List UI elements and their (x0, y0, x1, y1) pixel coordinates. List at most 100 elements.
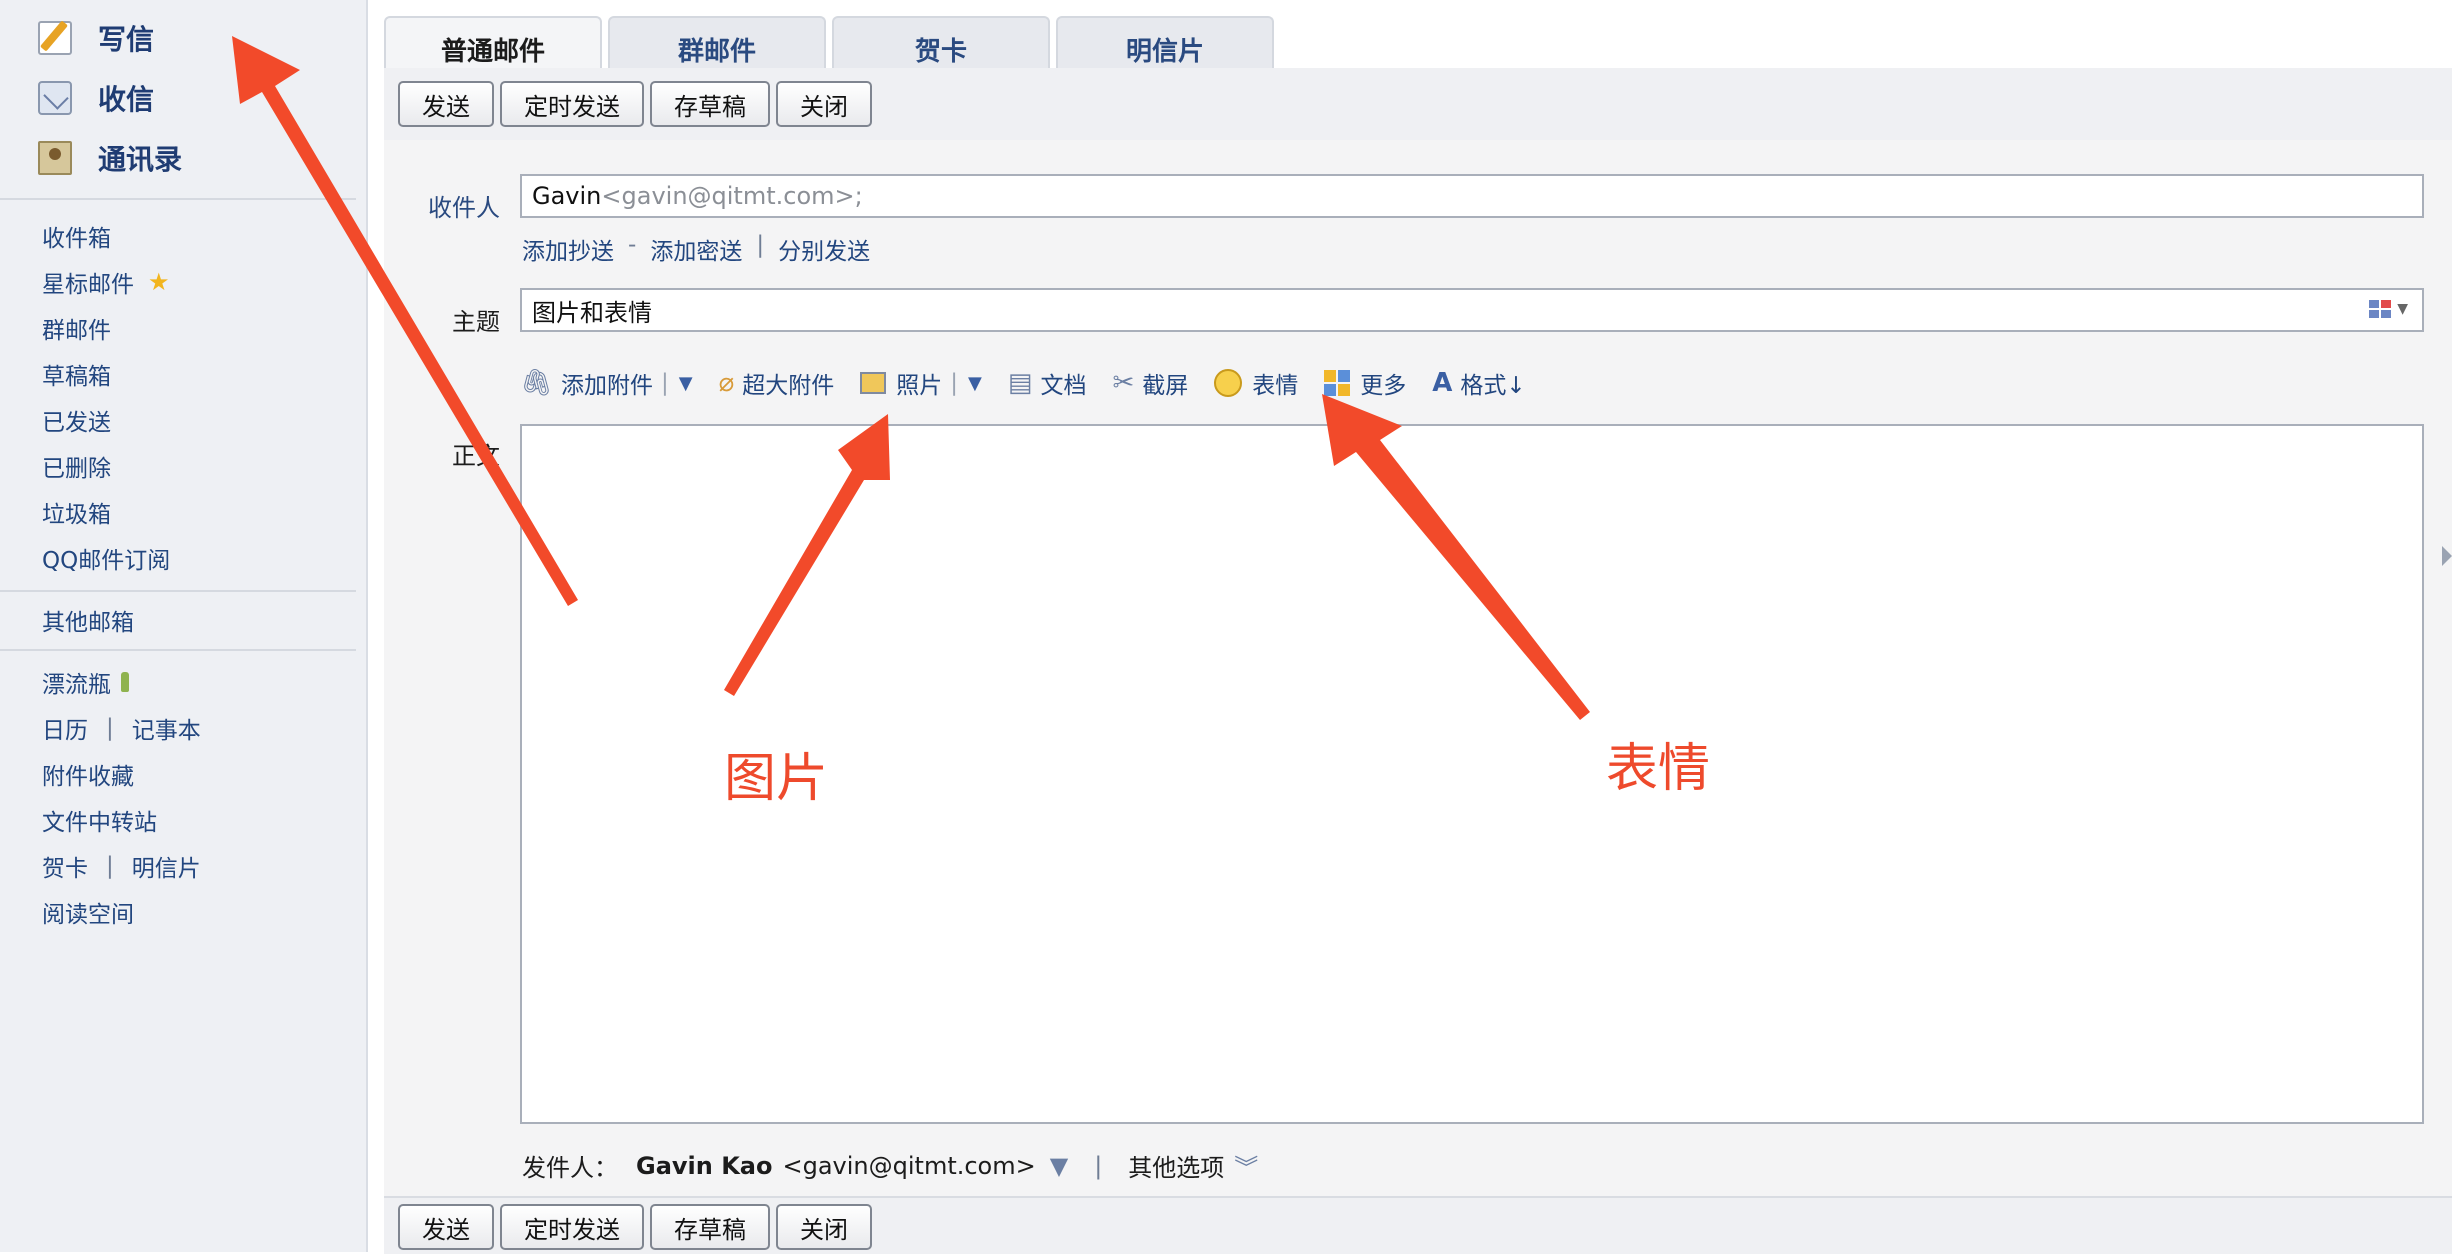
format-label: 格式↓ (1460, 373, 1526, 399)
drift-bottle-link[interactable]: 漂流瓶 (42, 665, 129, 699)
schedule-send-button[interactable]: 定时发送 (500, 1204, 644, 1250)
editor-toolbar: 🖇 添加附件 | ▼ ⌀ 超大附件 照片 | ▼ ▤ 文档 ✂ 截屏 表情 更多… (520, 366, 1552, 400)
inbox-tray-icon (38, 81, 72, 115)
separator: | (106, 853, 114, 879)
compose-link[interactable]: 写信 (38, 13, 154, 63)
folder-subscriptions[interactable]: QQ邮件订阅 (42, 541, 170, 575)
tab-normal-mail[interactable]: 普通邮件 (384, 16, 602, 70)
add-bcc-link[interactable]: 添加密送 (650, 232, 742, 266)
paperclip-large-icon: ⌀ (718, 368, 735, 398)
schedule-send-button[interactable]: 定时发送 (500, 81, 644, 127)
pencil-paper-icon (38, 21, 72, 55)
separator: | (1094, 1151, 1103, 1180)
receive-link[interactable]: 收信 (38, 73, 154, 123)
document-label: 文档 (1040, 373, 1087, 399)
tab-greeting-card[interactable]: 贺卡 (832, 16, 1050, 70)
folder-spam[interactable]: 垃圾箱 (42, 495, 111, 529)
screenshot-label: 截屏 (1142, 373, 1189, 399)
tab-postcard[interactable]: 明信片 (1056, 16, 1274, 70)
compose-tabs: 普通邮件 群邮件 贺卡 明信片 (384, 16, 1280, 70)
contacts-label: 通讯录 (98, 143, 183, 176)
attachment-collection-link[interactable]: 附件收藏 (42, 757, 134, 791)
separate-send-link[interactable]: 分别发送 (778, 232, 870, 266)
sender-row: 发件人： Gavin Kao <gavin@qitmt.com> ▼ | 其他选… (522, 1148, 1258, 1183)
document-tool[interactable]: ▤ 文档 (1008, 366, 1087, 400)
postcard-link[interactable]: 明信片 (132, 849, 201, 883)
separator: | (106, 715, 114, 741)
dropdown-caret-icon[interactable]: ▼ (679, 373, 693, 394)
scissors-icon: ✂ (1112, 368, 1135, 398)
folder-group-mail[interactable]: 群邮件 (42, 311, 111, 345)
document-icon: ▤ (1007, 368, 1033, 398)
compose-label: 写信 (98, 23, 155, 56)
add-cc-link[interactable]: 添加抄送 (522, 232, 614, 266)
drift-bottle-label: 漂流瓶 (42, 672, 111, 698)
big-attach-label: 超大附件 (742, 373, 835, 399)
file-transfer-link[interactable]: 文件中转站 (42, 803, 157, 837)
contacts-link[interactable]: 通讯录 (38, 133, 182, 183)
tab-group-mail[interactable]: 群邮件 (608, 16, 826, 70)
stationery-icon (2369, 300, 2392, 318)
attach-tool[interactable]: 🖇 添加附件 | ▼ (520, 366, 693, 400)
close-button[interactable]: 关闭 (776, 1204, 872, 1250)
stationery-picker[interactable]: ▼ (2369, 300, 2408, 318)
top-action-bar: 发送 定时发送 存草稿 关闭 (384, 68, 2452, 142)
greeting-card-link[interactable]: 贺卡 (42, 849, 88, 883)
save-draft-button[interactable]: 存草稿 (650, 1204, 770, 1250)
format-tool[interactable]: A 格式↓ (1432, 366, 1525, 400)
font-format-icon: A (1432, 368, 1453, 398)
photo-tool[interactable]: 照片 | ▼ (860, 366, 982, 400)
emoji-label: 表情 (1252, 373, 1299, 399)
folder-drafts[interactable]: 草稿箱 (42, 357, 111, 391)
more-tool[interactable]: 更多 (1324, 366, 1406, 400)
emoji-tool[interactable]: 表情 (1214, 366, 1298, 400)
paperclip-icon: 🖇 (520, 368, 554, 398)
chevron-down-icon: ▼ (2397, 301, 2408, 317)
grid-icon (1324, 370, 1351, 396)
send-button[interactable]: 发送 (398, 81, 494, 127)
sender-dropdown-icon[interactable]: ▼ (1050, 1152, 1068, 1180)
folder-starred-label: 星标邮件 (42, 272, 134, 298)
other-options-link[interactable]: 其他选项 (1128, 1148, 1224, 1183)
folder-deleted[interactable]: 已删除 (42, 449, 111, 483)
recipient-address: <gavin@qitmt.com>; (601, 182, 863, 210)
sidebar-divider (0, 649, 356, 651)
annotation-emoji-label: 表情 (1606, 739, 1711, 799)
calendar-link[interactable]: 日历 (42, 711, 88, 745)
screenshot-tool[interactable]: ✂ 截屏 (1112, 366, 1188, 400)
recipient-label: 收件人 (428, 194, 500, 222)
smiley-icon (1214, 369, 1243, 397)
separator: | (950, 370, 959, 396)
separator: | (661, 370, 669, 396)
receive-label: 收信 (98, 83, 155, 116)
recipient-name: Gavin (532, 182, 602, 210)
contact-card-icon (38, 141, 72, 175)
sidebar-divider (0, 590, 356, 592)
dropdown-caret-icon[interactable]: ▼ (968, 373, 982, 394)
annotation-picture-label: 图片 (724, 749, 829, 809)
big-attach-tool[interactable]: ⌀ 超大附件 (719, 366, 835, 400)
subject-label: 主题 (452, 308, 500, 336)
send-button[interactable]: 发送 (398, 1204, 494, 1250)
recipient-input[interactable]: Gavin <gavin@qitmt.com>; (520, 174, 2424, 218)
save-draft-button[interactable]: 存草稿 (650, 81, 770, 127)
folder-starred[interactable]: 星标邮件 ★ (42, 265, 170, 299)
sender-address: <gavin@qitmt.com> (782, 1151, 1036, 1180)
sidebar: 写信 收信 通讯录 收件箱 星标邮件 ★ 群邮件 草稿箱 已发送 已删除 垃圾箱… (0, 0, 368, 1252)
notebook-link[interactable]: 记事本 (132, 711, 201, 745)
bottom-action-bar: 发送 定时发送 存草稿 关闭 (384, 1196, 2452, 1254)
attach-label: 添加附件 (561, 373, 654, 399)
folder-sent[interactable]: 已发送 (42, 403, 111, 437)
reading-space-link[interactable]: 阅读空间 (42, 895, 134, 929)
card-postcard-row: 贺卡 | 明信片 (42, 849, 201, 883)
close-button[interactable]: 关闭 (776, 81, 872, 127)
expand-right-icon[interactable] (2442, 546, 2452, 566)
more-label: 更多 (1360, 373, 1407, 399)
double-chevron-down-icon[interactable]: ︾ (1234, 1148, 1258, 1183)
photo-icon (860, 372, 887, 394)
bottle-icon (121, 672, 129, 692)
other-mailbox-link[interactable]: 其他邮箱 (42, 603, 134, 637)
folder-inbox[interactable]: 收件箱 (42, 219, 111, 253)
subject-input[interactable]: 图片和表情 ▼ (520, 288, 2424, 332)
sidebar-divider (0, 198, 356, 200)
